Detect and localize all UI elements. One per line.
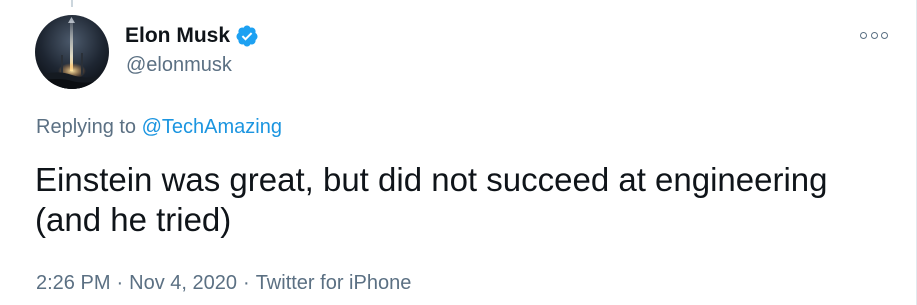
author-display-name[interactable]: Elon Musk (125, 22, 230, 50)
thread-connector-line (71, 0, 73, 7)
more-dot (881, 31, 888, 39)
more-dot (860, 31, 867, 39)
tweet-metadata: 2:26 PM · Nov 4, 2020 · Twitter for iPhone (36, 270, 411, 296)
author-name-row: Elon Musk (125, 22, 259, 50)
more-dot (870, 31, 878, 39)
replying-to-label: Replying to (36, 116, 137, 138)
avatar-image (35, 15, 109, 89)
tweet-time[interactable]: 2:26 PM (36, 272, 110, 294)
reply-mention-link[interactable]: @TechAmazing (142, 116, 282, 138)
verified-badge-icon (235, 24, 259, 48)
replying-to: Replying to @TechAmazing (36, 114, 282, 140)
tweet-date[interactable]: Nov 4, 2020 (129, 272, 237, 294)
more-options-icon[interactable] (860, 26, 888, 44)
tweet-text: Einstein was great, but did not succeed … (35, 161, 837, 238)
meta-separator: · (116, 272, 124, 294)
author-handle[interactable]: @elonmusk (126, 52, 232, 78)
meta-separator: · (243, 272, 250, 294)
avatar[interactable] (35, 15, 109, 89)
tweet-source[interactable]: Twitter for iPhone (256, 272, 412, 294)
